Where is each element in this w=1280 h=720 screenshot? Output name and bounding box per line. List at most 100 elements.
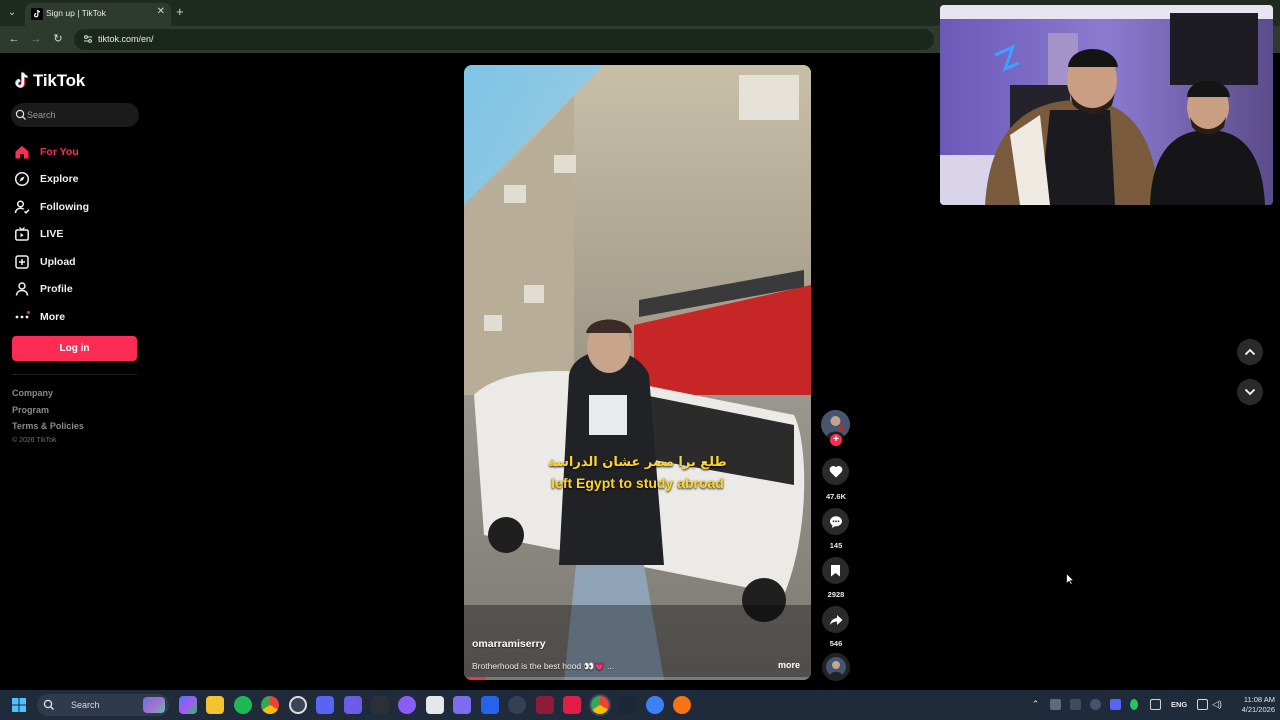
video-username[interactable]: omarramiserry: [472, 638, 546, 650]
taskbar-search[interactable]: Search: [37, 694, 169, 716]
clock-time: 11:08 AM: [1243, 695, 1275, 704]
search-input[interactable]: [27, 107, 127, 123]
app-blue-icon[interactable]: [646, 696, 664, 714]
upload-icon: [13, 253, 31, 271]
like-button[interactable]: [822, 458, 849, 485]
next-video-button[interactable]: [1237, 379, 1263, 405]
terminal-icon[interactable]: [371, 696, 389, 714]
adobe-icon[interactable]: [563, 696, 581, 714]
sidebar-item-following[interactable]: Following: [13, 193, 143, 221]
apps-grid-icon[interactable]: [344, 696, 362, 714]
copyright-text: © 2026 TikTok: [12, 437, 57, 444]
spotify-icon[interactable]: [234, 696, 252, 714]
sidebar-item-explore[interactable]: Explore: [13, 166, 143, 194]
tray-keyboard-icon[interactable]: [1150, 699, 1161, 710]
tab-title: Sign up | TikTok: [46, 8, 106, 18]
chrome-icon[interactable]: [261, 696, 279, 714]
site-info-icon[interactable]: [82, 33, 94, 45]
chevron-down-icon: [1244, 388, 1256, 396]
tray-display-icon[interactable]: [1197, 699, 1208, 710]
taskbar-search-label: Search: [71, 700, 100, 710]
app-circle-icon[interactable]: [398, 696, 416, 714]
windows-start-icon[interactable]: [12, 698, 26, 712]
search-icon: [43, 699, 54, 710]
chevron-up-icon: [1244, 348, 1256, 356]
tiktok-logo[interactable]: TikTok: [14, 70, 85, 92]
more-icon: [13, 308, 31, 326]
video-caption-arabic: طلع برا مصر عشان الدراسة: [548, 455, 727, 470]
tiktok-logo-text: TikTok: [33, 71, 86, 90]
taskbar-clock[interactable]: 11:08 AM 4/21/2026: [1227, 695, 1275, 715]
footer-link-program[interactable]: Program: [12, 404, 84, 421]
sidebar-item-label: Upload: [40, 255, 76, 268]
store-icon[interactable]: [481, 696, 499, 714]
clock-date: 4/21/2026: [1241, 705, 1275, 714]
comment-button[interactable]: [822, 508, 849, 535]
tray-sync-icon[interactable]: [1090, 699, 1101, 710]
tray-steam-icon[interactable]: [1050, 699, 1061, 710]
video-progress-bar[interactable]: [464, 677, 811, 680]
profile-icon: [13, 280, 31, 298]
sidebar-item-label: For You: [40, 145, 79, 158]
tab-close-icon[interactable]: ✕: [157, 6, 165, 17]
tray-app-icon[interactable]: [1070, 699, 1081, 710]
copilot-icon[interactable]: [179, 696, 197, 714]
video-caption-english: left Egypt to study abroad: [551, 475, 724, 491]
reload-icon[interactable]: ↻: [50, 31, 66, 47]
sidebar-item-upload[interactable]: Upload: [13, 248, 143, 276]
video-progress-fill: [464, 677, 485, 680]
sidebar-item-for-you[interactable]: For You: [13, 138, 143, 166]
file-explorer-icon[interactable]: [206, 696, 224, 714]
sidebar-item-label: Explore: [40, 173, 79, 186]
settings-gear-icon[interactable]: [289, 696, 307, 714]
sidebar-item-more[interactable]: More: [13, 303, 143, 331]
browser-tab-active[interactable]: Sign up | TikTok ✕: [25, 3, 171, 26]
webcam-overlay: [940, 5, 1273, 205]
new-tab-button[interactable]: +: [176, 4, 184, 19]
notepad-icon[interactable]: [426, 696, 444, 714]
save-count: 2928: [827, 590, 845, 599]
tray-discord-icon[interactable]: [1110, 699, 1121, 710]
search-highlight-icon: [143, 697, 165, 713]
sidebar-item-live[interactable]: LIVE: [13, 221, 143, 249]
windows-taskbar: Search ⌃ ENG ◁) 11:08 AM 4/21/2026: [0, 690, 1280, 720]
live-icon: [13, 225, 31, 243]
forward-arrow-icon[interactable]: →: [28, 31, 44, 47]
follow-plus-icon[interactable]: +: [830, 434, 842, 446]
previous-video-button[interactable]: [1237, 339, 1263, 365]
tray-overflow-chevron-icon[interactable]: ⌃: [1030, 699, 1041, 710]
save-button[interactable]: [822, 557, 849, 584]
sidebar-footer-links: Company Program Terms & Policies: [12, 387, 84, 437]
comment-count: 145: [829, 541, 843, 550]
tray-microphone-icon[interactable]: [1130, 699, 1138, 710]
chrome-active-icon[interactable]: [591, 696, 609, 714]
login-button[interactable]: Log in: [12, 336, 137, 361]
app-orange-icon[interactable]: [673, 696, 691, 714]
sidebar-divider: [12, 374, 137, 375]
video-description: Brotherhood is the best hood 👀💗 ...: [472, 661, 615, 671]
tray-volume-icon[interactable]: ◁): [1212, 699, 1223, 710]
share-button[interactable]: [822, 606, 849, 633]
heart-icon: [829, 466, 842, 478]
footer-link-company[interactable]: Company: [12, 387, 84, 404]
sidebar-item-profile[interactable]: Profile: [13, 276, 143, 304]
controller-icon[interactable]: [453, 696, 471, 714]
language-indicator[interactable]: ENG: [1171, 700, 1187, 709]
url-text: tiktok.com/en/: [98, 34, 154, 44]
address-bar[interactable]: tiktok.com/en/: [74, 29, 934, 50]
footer-link-terms[interactable]: Terms & Policies: [12, 420, 84, 437]
sidebar-nav: For You Explore Following LIVE Upload Pr…: [13, 138, 143, 331]
comment-icon: [829, 515, 842, 528]
home-icon: [13, 143, 31, 161]
video-player[interactable]: طلع برا مصر عشان الدراسة left Egypt to s…: [464, 65, 811, 680]
app-dark-icon[interactable]: [508, 696, 526, 714]
sidebar-item-label: Profile: [40, 283, 73, 296]
discord-icon[interactable]: [316, 696, 334, 714]
steam-icon[interactable]: [618, 696, 636, 714]
video-more-link[interactable]: more: [778, 660, 800, 670]
app-red-icon[interactable]: [536, 696, 554, 714]
tab-search-icon[interactable]: ⌄: [4, 5, 20, 21]
sidebar-item-label: More: [40, 310, 66, 323]
music-disc-icon[interactable]: [822, 653, 850, 681]
back-arrow-icon[interactable]: ←: [6, 31, 22, 47]
